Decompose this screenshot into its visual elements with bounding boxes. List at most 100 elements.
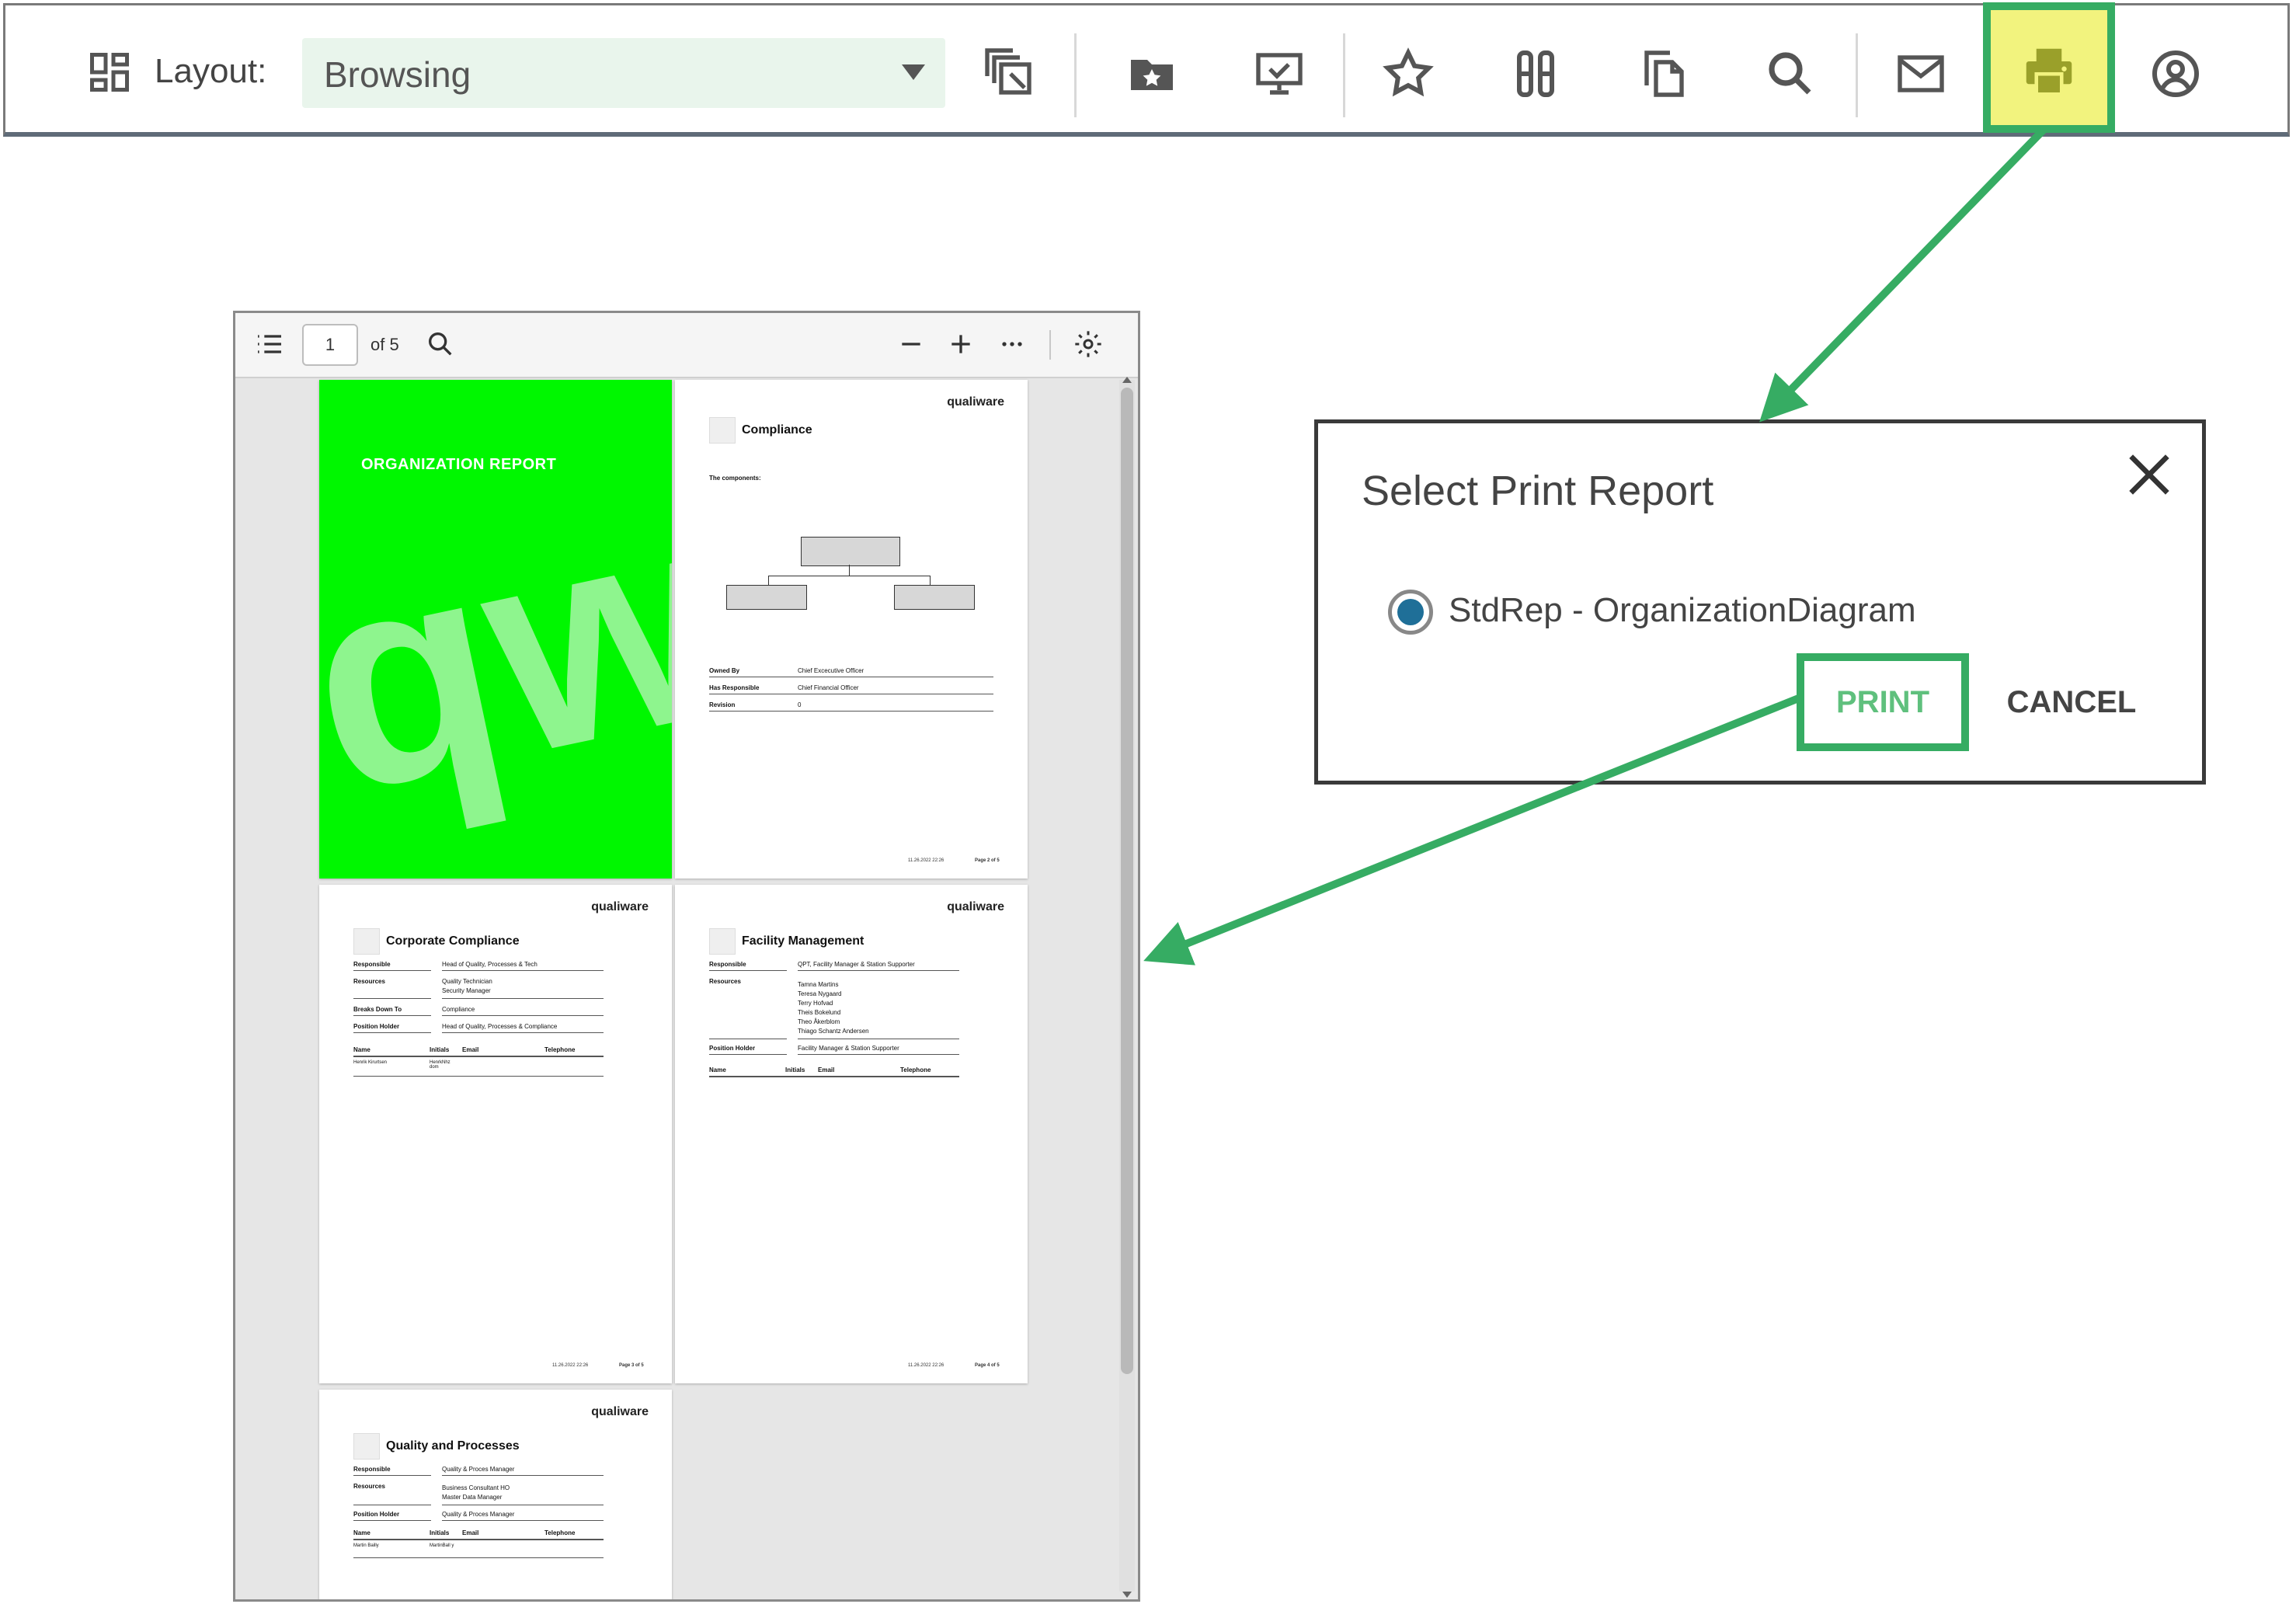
page-footer-date: 11.26.2022 22:26 — [552, 1363, 589, 1368]
toolbar-separator — [1074, 33, 1077, 117]
org-connector — [768, 576, 769, 585]
field-rule — [353, 1015, 431, 1016]
page-number-input[interactable]: 1 — [302, 324, 358, 366]
org-diagram-child — [726, 585, 807, 610]
print-button[interactable] — [1983, 2, 2115, 133]
table-header: Name — [353, 1529, 370, 1536]
page-heading: Compliance — [742, 423, 812, 437]
table-header: Initials — [430, 1046, 450, 1053]
cover-watermark: qw — [319, 447, 672, 856]
qualiware-logo: qualiware — [947, 900, 1004, 913]
folder-icon[interactable] — [1124, 46, 1180, 102]
pdf-page-facility-management: qualiware Facility Management Responsibl… — [675, 885, 1028, 1383]
star-icon[interactable] — [1380, 46, 1436, 102]
presentation-icon[interactable] — [1251, 46, 1307, 102]
org-unit-icon — [709, 928, 736, 955]
more-options-icon[interactable] — [997, 329, 1028, 360]
org-unit-icon — [353, 928, 380, 955]
zoom-out-icon[interactable] — [896, 329, 927, 360]
field-value: Quality & Proces Manager — [442, 1511, 515, 1518]
field-label: Resources — [353, 1483, 385, 1490]
page-footer-date: 11.26.2022 22:26 — [908, 1363, 944, 1368]
report-option-radio[interactable] — [1388, 590, 1433, 635]
field-label: Revision — [709, 701, 736, 708]
account-icon[interactable] — [2148, 46, 2204, 102]
pdf-page-corporate-compliance: qualiware Corporate Compliance Responsib… — [319, 885, 672, 1383]
table-header: Email — [818, 1066, 835, 1073]
page-footer-date: 11.26.2022 22:26 — [908, 858, 944, 863]
select-print-report-dialog: Select Print Report StdRep - Organizatio… — [1314, 419, 2206, 785]
cover-title: ORGANIZATION REPORT — [361, 456, 557, 473]
table-header-rule — [353, 1539, 604, 1540]
print-dialog-button[interactable]: PRINT — [1797, 653, 1969, 751]
field-label: Position Holder — [709, 1045, 756, 1052]
copy-icon[interactable] — [1635, 46, 1691, 102]
table-header: Name — [353, 1046, 370, 1053]
page-footer-number: Page 2 of 5 — [975, 858, 1000, 863]
field-rule — [798, 1054, 959, 1055]
main-toolbar: Layout: Browsing — [3, 2, 2290, 137]
search-icon[interactable] — [1762, 46, 1818, 102]
field-rule — [442, 998, 604, 999]
close-icon[interactable] — [2118, 444, 2180, 506]
page-count: of 5 — [370, 335, 399, 354]
field-value: Chief Financial Officer — [798, 684, 859, 691]
field-value: Compliance — [442, 1006, 475, 1013]
scroll-down-icon[interactable] — [1122, 1592, 1132, 1598]
scroll-up-icon[interactable] — [1122, 377, 1132, 383]
field-rule — [442, 1015, 604, 1016]
field-value: Terry Hofvad — [798, 1000, 833, 1007]
field-label: Position Holder — [353, 1023, 400, 1030]
pdf-page-compliance: qualiware Compliance The components: Own… — [675, 380, 1028, 879]
mail-icon[interactable] — [1893, 46, 1949, 102]
table-header: Telephone — [544, 1529, 576, 1536]
table-cell: Henrik Kirurtsen — [353, 1060, 388, 1065]
columns-icon[interactable] — [1508, 46, 1564, 102]
page-heading: Corporate Compliance — [386, 934, 520, 948]
qualiware-logo: qualiware — [591, 900, 649, 913]
field-rule — [442, 1032, 604, 1033]
table-header: Telephone — [544, 1046, 576, 1053]
field-rule — [442, 1520, 604, 1521]
org-unit-icon — [709, 417, 736, 444]
field-label: Resources — [353, 978, 385, 985]
field-rule — [442, 1475, 604, 1476]
field-label: Owned By — [709, 667, 740, 674]
field-value: Theis Bokelund — [798, 1009, 841, 1016]
dialog-title: Select Print Report — [1362, 468, 1714, 514]
table-header: Name — [709, 1066, 726, 1073]
qualiware-logo: qualiware — [591, 1405, 649, 1418]
layout-select[interactable]: Browsing — [302, 38, 945, 108]
cancel-button[interactable]: CANCEL — [1994, 653, 2149, 751]
field-value: Tamna Martins — [798, 981, 839, 988]
search-icon[interactable] — [425, 329, 456, 360]
field-value: Master Data Manager — [442, 1494, 503, 1501]
field-label: Responsible — [709, 961, 746, 968]
field-value: Chief Excecutive Officer — [798, 667, 864, 674]
field-rule — [798, 970, 959, 971]
layers-icon[interactable] — [983, 46, 1038, 102]
layout-label: Layout: — [155, 52, 267, 90]
field-value: Head of Quality, Processes & Compliance — [442, 1023, 558, 1030]
toolbar-separator — [1856, 33, 1858, 117]
table-cell: HenrkNhz dom — [430, 1060, 451, 1070]
field-value: Thiago Schantz Andersen — [798, 1028, 869, 1035]
field-label: Position Holder — [353, 1511, 400, 1518]
pdf-scrollbar[interactable] — [1119, 377, 1135, 1598]
report-option-label[interactable]: StdRep - OrganizationDiagram — [1449, 591, 1916, 630]
org-unit-icon — [353, 1433, 380, 1460]
scroll-thumb[interactable] — [1121, 388, 1133, 1374]
table-header: Initials — [785, 1066, 805, 1073]
field-label: Has Responsible — [709, 684, 760, 691]
page-heading: Facility Management — [742, 934, 864, 948]
pdf-toolbar-separator — [1049, 330, 1051, 360]
org-diagram-child — [894, 585, 975, 610]
chevron-down-icon — [902, 64, 925, 80]
gear-icon[interactable] — [1073, 329, 1104, 360]
zoom-in-icon[interactable] — [945, 329, 976, 360]
pdf-page-quality-processes: qualiware Quality and Processes Responsi… — [319, 1390, 672, 1599]
outline-list-icon[interactable] — [254, 329, 285, 360]
table-row-rule — [353, 1557, 604, 1558]
radio-selected-dot — [1397, 599, 1424, 625]
field-rule — [709, 1054, 787, 1055]
